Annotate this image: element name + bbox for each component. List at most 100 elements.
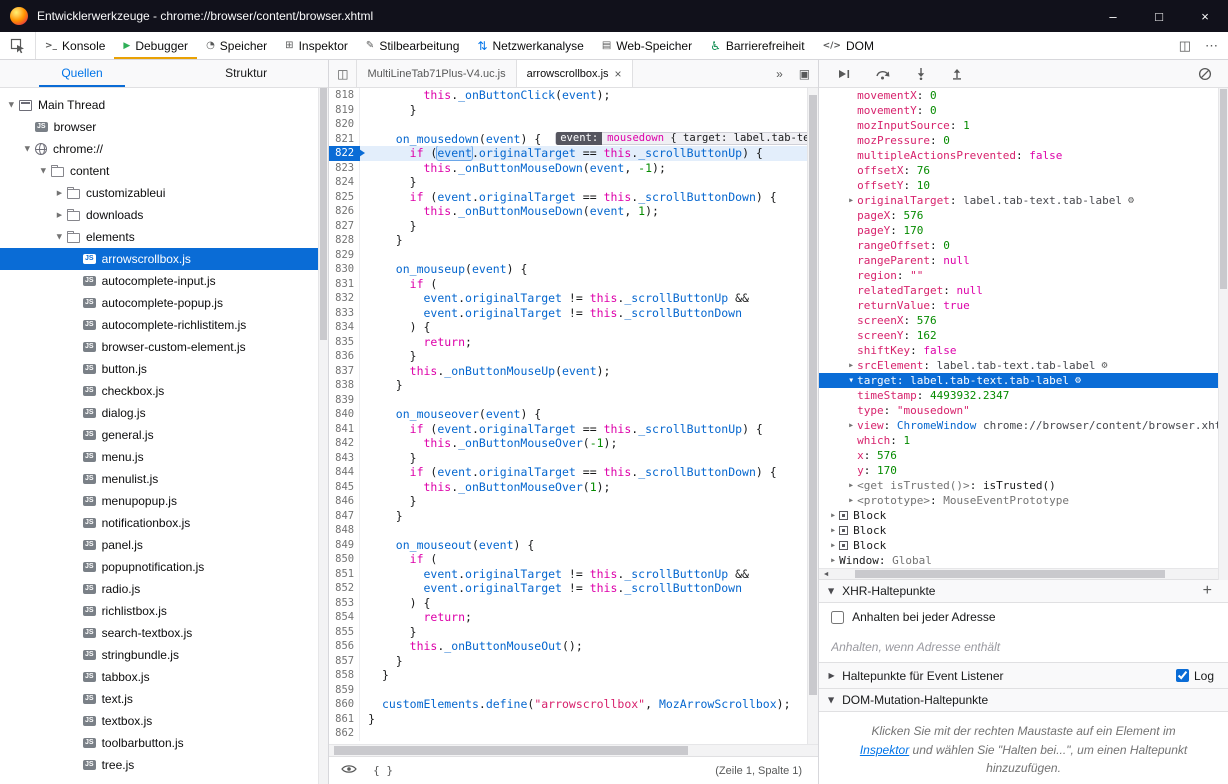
minimize-button[interactable]: – — [1090, 0, 1136, 32]
code-line-857[interactable]: 857 } — [329, 654, 818, 669]
variable-row-relatedTarget[interactable]: ▶relatedTarget: null — [819, 283, 1228, 298]
scopes-hscrollbar[interactable]: ◄ ► — [819, 568, 1228, 580]
tree-item-textbox.js[interactable]: ▶JStextbox.js — [0, 710, 328, 732]
variable-row-Block[interactable]: ▶Block — [819, 538, 1228, 553]
code-line-823[interactable]: 823 this._onButtonMouseDown(event, -1); — [329, 161, 818, 176]
line-number-gutter[interactable]: 856 — [329, 639, 360, 654]
code-line-821[interactable]: 821 on_mousedown(event) {event:mousedown… — [329, 132, 818, 147]
variable-row-screenY[interactable]: ▶screenY: 162 — [819, 328, 1228, 343]
tool-tab-netzwerkanalyse[interactable]: ⇅Netzwerkanalyse — [468, 32, 592, 59]
step-out-button[interactable] — [951, 67, 963, 80]
line-number-gutter[interactable]: 828 — [329, 233, 360, 248]
close-button[interactable]: × — [1182, 0, 1228, 32]
maximize-button[interactable]: □ — [1136, 0, 1182, 32]
tool-tab-konsole[interactable]: >_Konsole — [36, 32, 114, 59]
pause-on-any-url-checkbox[interactable] — [831, 611, 844, 624]
line-number-gutter[interactable]: 821 — [329, 132, 360, 147]
code-line-829[interactable]: 829 — [329, 248, 818, 263]
code-line-830[interactable]: 830 on_mouseup(event) { — [329, 262, 818, 277]
line-number-gutter[interactable]: 853 — [329, 596, 360, 611]
code-line-834[interactable]: 834 ) { — [329, 320, 818, 335]
variable-row-shiftKey[interactable]: ▶shiftKey: false — [819, 343, 1228, 358]
line-number-gutter[interactable]: 834 — [329, 320, 360, 335]
line-number-gutter[interactable]: 844 — [329, 465, 360, 480]
code-line-838[interactable]: 838 } — [329, 378, 818, 393]
code-line-820[interactable]: 820 — [329, 117, 818, 132]
line-number-gutter[interactable]: 857 — [329, 654, 360, 669]
tree-item-menu.js[interactable]: ▶JSmenu.js — [0, 446, 328, 468]
code-line-836[interactable]: 836 } — [329, 349, 818, 364]
code-line-822[interactable]: 822 if (event.originalTarget == this._sc… — [329, 146, 818, 161]
code-line-861[interactable]: 861} — [329, 712, 818, 727]
tree-item-notificationbox.js[interactable]: ▶JSnotificationbox.js — [0, 512, 328, 534]
variable-row-x[interactable]: ▶x: 576 — [819, 448, 1228, 463]
line-number-gutter[interactable]: 830 — [329, 262, 360, 277]
line-number-gutter[interactable]: 835 — [329, 335, 360, 350]
line-number-gutter[interactable]: 839 — [329, 393, 360, 408]
variable-row-multipleActionsPrevented[interactable]: ▶multipleActionsPrevented: false — [819, 148, 1228, 163]
all-tabs-menu-button[interactable]: » — [768, 60, 791, 87]
twisty-icon[interactable]: ▶ — [24, 144, 32, 155]
variable-row-timeStamp[interactable]: ▶timeStamp: 4493932.2347 — [819, 388, 1228, 403]
source-tab-arrowscrollbox[interactable]: arrowscrollbox.js × — [517, 60, 633, 87]
line-number-gutter[interactable]: 858 — [329, 668, 360, 683]
variable-row-y[interactable]: ▶y: 170 — [819, 463, 1228, 478]
tree-item-popupnotification.js[interactable]: ▶JSpopupnotification.js — [0, 556, 328, 578]
collapse-sidebar-button[interactable]: ◫ — [329, 60, 357, 87]
tree-item-radio.js[interactable]: ▶JSradio.js — [0, 578, 328, 600]
variable-row-pageX[interactable]: ▶pageX: 576 — [819, 208, 1228, 223]
code-line-846[interactable]: 846 } — [329, 494, 818, 509]
node-picker-gear-icon[interactable]: ⚙ — [1075, 373, 1081, 388]
meatball-menu-button[interactable]: ⋯ — [1205, 38, 1218, 54]
code-line-818[interactable]: 818 this._onButtonClick(event); — [329, 88, 818, 103]
code-line-841[interactable]: 841 if (event.originalTarget == this._sc… — [329, 422, 818, 437]
tool-tab-dom[interactable]: </>DOM — [814, 32, 883, 59]
line-number-gutter[interactable]: 818 — [329, 88, 360, 103]
tree-item-toolbarbutton.js[interactable]: ▶JStoolbarbutton.js — [0, 732, 328, 754]
tree-item-stringbundle.js[interactable]: ▶JSstringbundle.js — [0, 644, 328, 666]
variable-row-region[interactable]: ▶region: "" — [819, 268, 1228, 283]
line-number-gutter[interactable]: 850 — [329, 552, 360, 567]
variable-row-view[interactable]: ▶view: ChromeWindow chrome://browser/con… — [819, 418, 1228, 433]
resume-button[interactable] — [837, 68, 851, 80]
log-checkbox[interactable] — [1176, 669, 1189, 682]
line-number-gutter[interactable]: 829 — [329, 248, 360, 263]
line-number-gutter[interactable]: 846 — [329, 494, 360, 509]
tree-item-chrome[interactable]: ▶chrome:// — [0, 138, 328, 160]
line-number-gutter[interactable]: 836 — [329, 349, 360, 364]
code-line-827[interactable]: 827 } — [329, 219, 818, 234]
editor-vscrollbar[interactable] — [807, 88, 818, 744]
code-line-860[interactable]: 860 customElements.define("arrowscrollbo… — [329, 697, 818, 712]
line-number-gutter[interactable]: 842 — [329, 436, 360, 451]
variable-row-offsetX[interactable]: ▶offsetX: 76 — [819, 163, 1228, 178]
inline-event-preview[interactable]: event:mousedown { target: label.tab-text… — [555, 132, 818, 145]
tree-item-general.js[interactable]: ▶JSgeneral.js — [0, 424, 328, 446]
dom-mutation-breakpoints-header[interactable]: ▶ DOM-Mutation-Haltepunkte — [819, 689, 1228, 712]
line-number-gutter[interactable]: 827 — [329, 219, 360, 234]
pick-element-button[interactable] — [0, 32, 36, 59]
line-number-gutter[interactable]: 848 — [329, 523, 360, 538]
variable-row-getisTrusted[interactable]: ▶<get isTrusted()>: isTrusted() — [819, 478, 1228, 493]
line-number-gutter[interactable]: 855 — [329, 625, 360, 640]
twisty-icon[interactable]: ▶ — [827, 553, 839, 568]
add-xhr-breakpoint-button[interactable]: + — [1203, 582, 1220, 600]
tree-item-content[interactable]: ▶content — [0, 160, 328, 182]
jump-to-source-button[interactable]: ▣ — [791, 60, 818, 87]
line-number-gutter[interactable]: 825 — [329, 190, 360, 205]
tree-item-downloads[interactable]: ▶downloads — [0, 204, 328, 226]
variable-row-returnValue[interactable]: ▶returnValue: true — [819, 298, 1228, 313]
code-line-840[interactable]: 840 on_mouseover(event) { — [329, 407, 818, 422]
twisty-icon[interactable]: ▶ — [845, 193, 857, 208]
code-line-847[interactable]: 847 } — [329, 509, 818, 524]
code-line-826[interactable]: 826 this._onButtonMouseDown(event, 1); — [329, 204, 818, 219]
xhr-breakpoints-header[interactable]: ▶ XHR-Haltepunkte + — [819, 580, 1228, 603]
code-line-851[interactable]: 851 event.originalTarget != this._scroll… — [329, 567, 818, 582]
code-line-825[interactable]: 825 if (event.originalTarget == this._sc… — [329, 190, 818, 205]
tree-item-customizableui[interactable]: ▶customizableui — [0, 182, 328, 204]
twisty-icon[interactable]: ▶ — [40, 166, 48, 177]
line-number-gutter[interactable]: 860 — [329, 697, 360, 712]
variable-row-target[interactable]: ▶target: label.tab-text.tab-label⚙ — [819, 373, 1228, 388]
twisty-icon[interactable]: ▶ — [845, 358, 857, 373]
tool-tab-speicher[interactable]: ◔Speicher — [197, 32, 276, 59]
code-line-843[interactable]: 843 } — [329, 451, 818, 466]
